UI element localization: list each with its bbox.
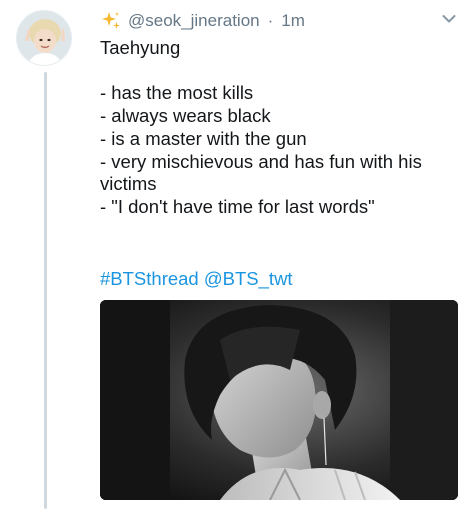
tweet-line: - very mischievous and has fun with his xyxy=(100,150,422,172)
tweet-line: - is a master with the gun xyxy=(100,127,307,149)
sparkle-badge-icon xyxy=(102,12,120,29)
mention-link[interactable]: @BTS_twt xyxy=(204,268,293,289)
tweet-links: #BTSthread @BTS_twt xyxy=(100,268,293,290)
tweet-line: - has the most kills xyxy=(100,82,254,104)
tweet[interactable]: @seok_jineration · 1m Taehyung - has the… xyxy=(0,0,474,509)
separator-dot: · xyxy=(267,11,274,30)
tweet-line: victims xyxy=(100,173,157,195)
hashtag-link[interactable]: #BTSthread xyxy=(100,268,199,289)
thread-line xyxy=(44,72,47,509)
tweet-text: Taehyung - has the most kills - always w… xyxy=(100,37,460,219)
chevron-down-icon[interactable] xyxy=(442,14,456,24)
tweet-timestamp[interactable]: 1m xyxy=(281,11,305,31)
user-handle[interactable]: @seok_jineration xyxy=(128,11,260,31)
tweet-line: - "I don't have time for last words" xyxy=(100,195,375,217)
tweet-photo[interactable] xyxy=(100,300,458,500)
avatar-image xyxy=(17,11,71,65)
tweet-line: Taehyung xyxy=(100,37,181,58)
photo-image xyxy=(100,300,458,500)
avatar[interactable] xyxy=(16,10,72,66)
tweet-line: - always wears black xyxy=(100,105,271,127)
tweet-header: @seok_jineration · 1m xyxy=(100,10,305,32)
